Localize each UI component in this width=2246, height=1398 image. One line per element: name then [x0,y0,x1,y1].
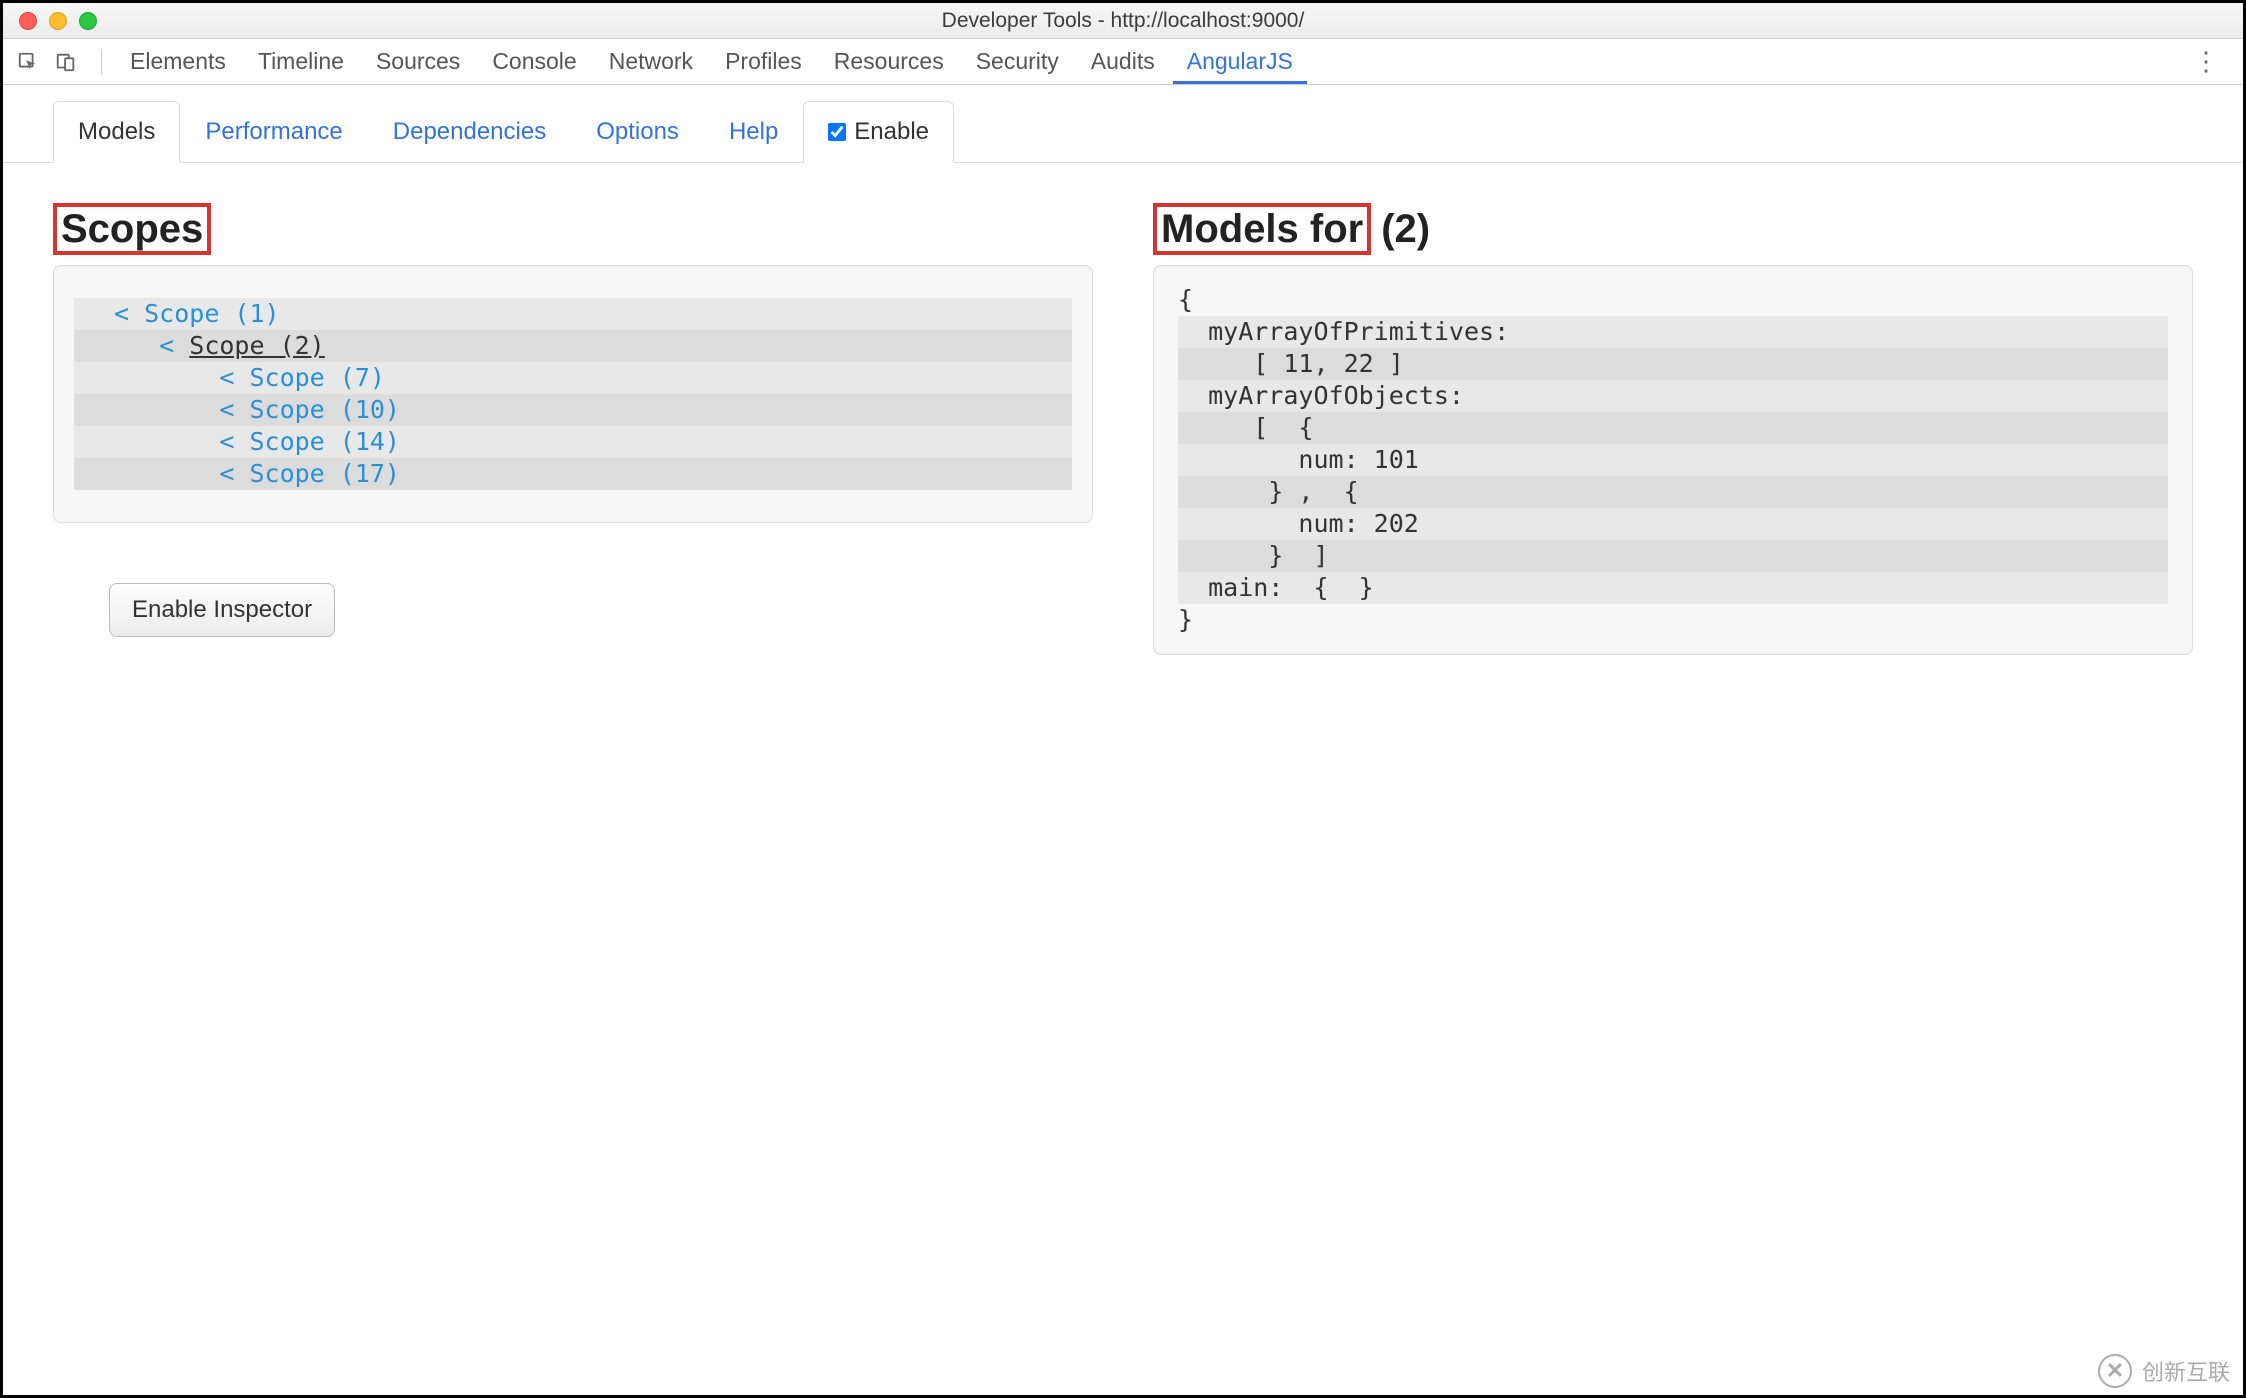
tab-angularjs[interactable]: AngularJS [1173,40,1307,84]
subtab-help[interactable]: Help [704,101,803,162]
watermark-text: 创新互联 [2142,1355,2230,1387]
tab-console[interactable]: Console [478,40,590,83]
model-line: main: { } [1178,572,2168,604]
subtab-dependencies[interactable]: Dependencies [368,101,571,162]
model-line: num: 202 [1178,508,2168,540]
tab-resources[interactable]: Resources [820,40,958,83]
scope-node-7[interactable]: < Scope (7) [74,362,1072,394]
inspect-element-icon[interactable] [15,49,41,75]
window-title: Developer Tools - http://localhost:9000/ [3,9,2243,33]
models-heading-prefix: Models for [1153,203,1371,255]
subtab-enable[interactable]: Enable [803,101,954,163]
scope-node-2[interactable]: < Scope (2) [74,330,1072,362]
scope-node-10[interactable]: < Scope (10) [74,394,1072,426]
model-line: [ { [1178,412,2168,444]
scope-node-14[interactable]: < Scope (14) [74,426,1072,458]
enable-checkbox[interactable] [828,123,846,141]
tab-timeline[interactable]: Timeline [244,40,358,83]
models-heading-suffix: (2) [1381,207,1430,252]
tab-sources[interactable]: Sources [362,40,474,83]
tab-network[interactable]: Network [595,40,707,83]
scope-node-1[interactable]: < Scope (1) [74,298,1072,330]
model-line: } [1178,604,2168,636]
subtab-performance[interactable]: Performance [180,101,367,162]
enable-inspector-button[interactable]: Enable Inspector [109,583,335,637]
tab-security[interactable]: Security [962,40,1073,83]
subtab-options[interactable]: Options [571,101,704,162]
watermark-logo-icon: ✕ [2098,1354,2132,1388]
scope-node-17[interactable]: < Scope (17) [74,458,1072,490]
more-options-icon[interactable]: ⋮ [2181,46,2231,77]
angularjs-subtabs: Models Performance Dependencies Options … [3,85,2243,163]
toolbar-separator [101,49,102,75]
subtab-models[interactable]: Models [53,101,180,163]
watermark: ✕ 创新互联 [2098,1354,2230,1388]
device-toggle-icon[interactable] [53,49,79,75]
model-line: } , { [1178,476,2168,508]
tab-audits[interactable]: Audits [1077,40,1169,83]
model-line: } ] [1178,540,2168,572]
devtools-main-toolbar: Elements Timeline Sources Console Networ… [3,39,2243,85]
model-line: num: 101 [1178,444,2168,476]
model-line: { [1178,284,2168,316]
window-title-bar: Developer Tools - http://localhost:9000/ [3,3,2243,39]
model-line: myArrayOfObjects: [1178,380,2168,412]
tab-elements[interactable]: Elements [116,40,240,83]
tab-profiles[interactable]: Profiles [711,40,816,83]
enable-label: Enable [854,118,929,146]
model-line: [ 11, 22 ] [1178,348,2168,380]
scopes-heading: Scopes [53,203,211,255]
models-panel: { myArrayOfPrimitives: [ 11, 22 ] myArra… [1153,265,2193,655]
model-line: myArrayOfPrimitives: [1178,316,2168,348]
scopes-panel: < Scope (1) < Scope (2) < Scope (7) < Sc… [53,265,1093,523]
